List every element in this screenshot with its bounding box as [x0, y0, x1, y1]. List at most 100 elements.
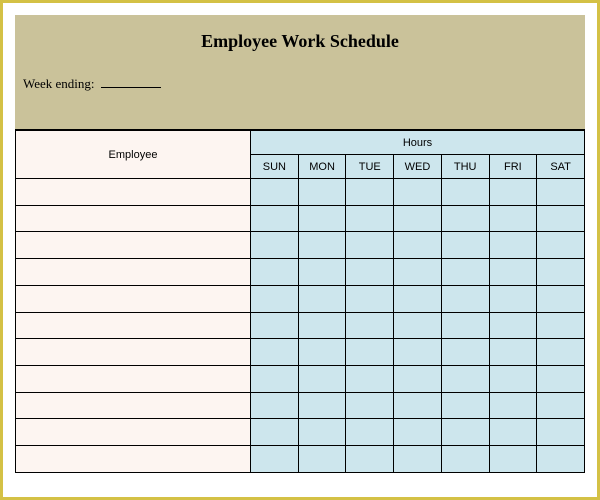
employee-cell[interactable] — [16, 392, 251, 419]
hours-cell[interactable] — [441, 419, 489, 446]
hours-cell[interactable] — [298, 339, 346, 366]
hours-cell[interactable] — [251, 392, 299, 419]
hours-cell[interactable] — [537, 232, 585, 259]
hours-cell[interactable] — [441, 366, 489, 393]
hours-cell[interactable] — [489, 232, 537, 259]
hours-cell[interactable] — [537, 179, 585, 206]
hours-cell[interactable] — [489, 446, 537, 473]
hours-cell[interactable] — [346, 285, 394, 312]
hours-cell[interactable] — [537, 366, 585, 393]
hours-cell[interactable] — [394, 366, 442, 393]
hours-cell[interactable] — [394, 205, 442, 232]
hours-cell[interactable] — [394, 312, 442, 339]
hours-cell[interactable] — [251, 259, 299, 286]
hours-cell[interactable] — [441, 179, 489, 206]
hours-cell[interactable] — [537, 446, 585, 473]
hours-cell[interactable] — [489, 179, 537, 206]
hours-cell[interactable] — [251, 366, 299, 393]
hours-cell[interactable] — [394, 285, 442, 312]
day-header-fri: FRI — [489, 155, 537, 179]
hours-cell[interactable] — [298, 446, 346, 473]
hours-cell[interactable] — [298, 366, 346, 393]
hours-cell[interactable] — [298, 259, 346, 286]
hours-cell[interactable] — [441, 446, 489, 473]
hours-cell[interactable] — [346, 232, 394, 259]
hours-cell[interactable] — [441, 339, 489, 366]
hours-cell[interactable] — [441, 232, 489, 259]
table-row — [16, 259, 585, 286]
hours-cell[interactable] — [489, 259, 537, 286]
hours-column-header: Hours — [251, 131, 585, 155]
week-ending-input-line[interactable] — [101, 74, 161, 88]
employee-cell[interactable] — [16, 446, 251, 473]
hours-cell[interactable] — [346, 179, 394, 206]
hours-cell[interactable] — [489, 366, 537, 393]
hours-cell[interactable] — [489, 285, 537, 312]
day-header-tue: TUE — [346, 155, 394, 179]
hours-cell[interactable] — [489, 339, 537, 366]
document-title: Employee Work Schedule — [23, 31, 577, 52]
hours-cell[interactable] — [489, 392, 537, 419]
hours-cell[interactable] — [441, 392, 489, 419]
hours-cell[interactable] — [441, 285, 489, 312]
hours-cell[interactable] — [251, 232, 299, 259]
hours-cell[interactable] — [251, 179, 299, 206]
hours-cell[interactable] — [298, 419, 346, 446]
employee-cell[interactable] — [16, 259, 251, 286]
hours-cell[interactable] — [394, 419, 442, 446]
hours-cell[interactable] — [537, 312, 585, 339]
employee-cell[interactable] — [16, 205, 251, 232]
hours-cell[interactable] — [489, 419, 537, 446]
employee-cell[interactable] — [16, 285, 251, 312]
hours-cell[interactable] — [441, 259, 489, 286]
hours-cell[interactable] — [394, 232, 442, 259]
employee-cell[interactable] — [16, 339, 251, 366]
table-row — [16, 446, 585, 473]
hours-cell[interactable] — [251, 419, 299, 446]
hours-cell[interactable] — [489, 312, 537, 339]
employee-cell[interactable] — [16, 419, 251, 446]
hours-cell[interactable] — [298, 179, 346, 206]
hours-cell[interactable] — [537, 419, 585, 446]
hours-cell[interactable] — [346, 312, 394, 339]
hours-cell[interactable] — [298, 392, 346, 419]
hours-cell[interactable] — [537, 259, 585, 286]
hours-cell[interactable] — [346, 446, 394, 473]
hours-cell[interactable] — [251, 446, 299, 473]
hours-cell[interactable] — [251, 285, 299, 312]
hours-cell[interactable] — [441, 312, 489, 339]
hours-cell[interactable] — [346, 205, 394, 232]
employee-cell[interactable] — [16, 312, 251, 339]
hours-cell[interactable] — [346, 419, 394, 446]
employee-cell[interactable] — [16, 366, 251, 393]
hours-cell[interactable] — [346, 339, 394, 366]
schedule-table-wrap: Employee Hours SUN MON TUE WED THU FRI S… — [15, 130, 585, 473]
hours-cell[interactable] — [298, 285, 346, 312]
hours-cell[interactable] — [394, 179, 442, 206]
hours-cell[interactable] — [298, 232, 346, 259]
employee-cell[interactable] — [16, 179, 251, 206]
hours-cell[interactable] — [251, 205, 299, 232]
schedule-table: Employee Hours SUN MON TUE WED THU FRI S… — [15, 130, 585, 473]
hours-cell[interactable] — [298, 312, 346, 339]
hours-cell[interactable] — [251, 339, 299, 366]
hours-cell[interactable] — [489, 205, 537, 232]
hours-cell[interactable] — [537, 392, 585, 419]
hours-cell[interactable] — [441, 205, 489, 232]
hours-cell[interactable] — [346, 366, 394, 393]
hours-cell[interactable] — [346, 259, 394, 286]
hours-cell[interactable] — [298, 205, 346, 232]
hours-cell[interactable] — [251, 312, 299, 339]
hours-cell[interactable] — [537, 205, 585, 232]
table-row — [16, 205, 585, 232]
table-row — [16, 179, 585, 206]
hours-cell[interactable] — [346, 392, 394, 419]
day-header-sun: SUN — [251, 155, 299, 179]
hours-cell[interactable] — [394, 392, 442, 419]
hours-cell[interactable] — [537, 339, 585, 366]
hours-cell[interactable] — [394, 339, 442, 366]
hours-cell[interactable] — [394, 446, 442, 473]
employee-cell[interactable] — [16, 232, 251, 259]
hours-cell[interactable] — [394, 259, 442, 286]
hours-cell[interactable] — [537, 285, 585, 312]
